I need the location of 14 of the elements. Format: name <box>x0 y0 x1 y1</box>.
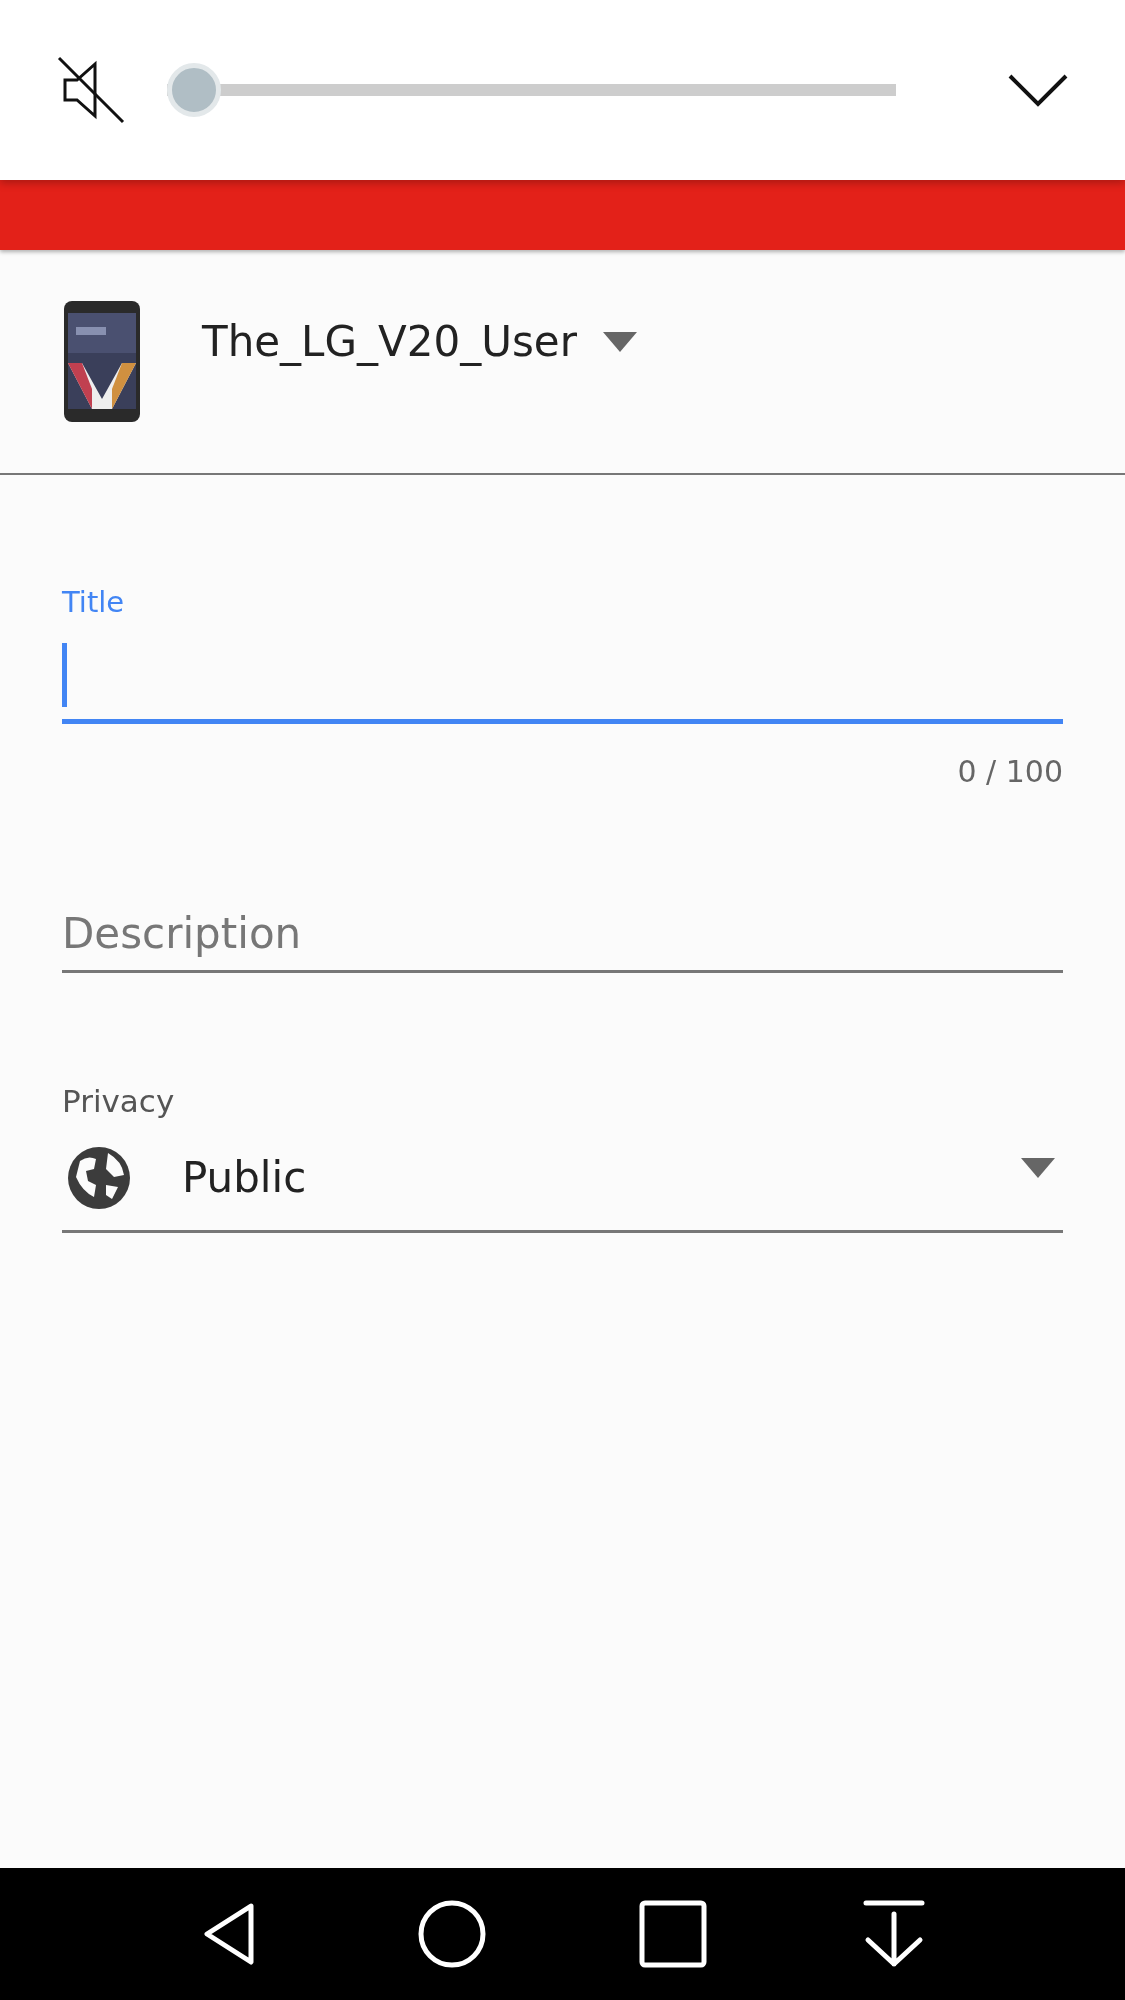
privacy-dropdown[interactable]: Public <box>62 1125 1063 1233</box>
recents-button[interactable] <box>637 1898 710 1970</box>
recents-icon <box>637 1898 710 1970</box>
description-field[interactable]: Description <box>62 909 1063 973</box>
slider-thumb[interactable] <box>167 63 221 117</box>
dropdown-caret-icon <box>1021 1157 1055 1178</box>
privacy-label: Privacy <box>62 1083 176 1119</box>
muted-speaker-icon[interactable] <box>55 54 127 126</box>
title-field[interactable] <box>62 643 1063 724</box>
account-name[interactable]: The_LG_V20_User <box>202 317 577 366</box>
globe-icon <box>66 1144 132 1211</box>
dropdown-caret-icon[interactable] <box>602 331 637 352</box>
title-label: Title <box>62 585 126 619</box>
character-counter: 0 / 100 <box>957 754 1063 789</box>
